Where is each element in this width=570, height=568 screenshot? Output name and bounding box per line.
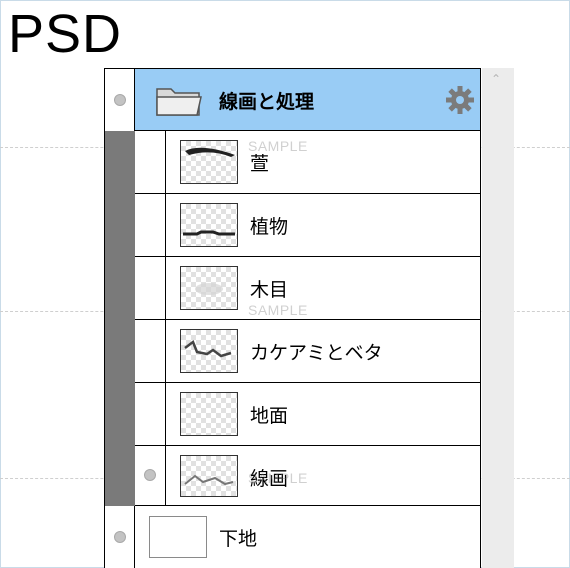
- visibility-toggle[interactable]: [114, 94, 126, 106]
- layer-thumbnail: [180, 392, 238, 436]
- layer-row[interactable]: 地面: [135, 383, 480, 446]
- layer-thumbnail: [180, 455, 238, 497]
- visibility-column[interactable]: [135, 131, 166, 193]
- visibility-column[interactable]: [135, 194, 166, 256]
- folder-icon: [156, 88, 202, 116]
- layer-label: 木目: [250, 279, 289, 301]
- base-layer-row[interactable]: 下地: [105, 506, 480, 568]
- watermark: SAMPLE: [248, 302, 308, 318]
- visibility-column[interactable]: [135, 383, 166, 445]
- layer-thumbnail: [180, 266, 238, 310]
- gear-icon[interactable]: [445, 85, 475, 115]
- layer-thumbnail: [180, 329, 238, 373]
- group-indent-bar: [105, 131, 135, 506]
- layer-label: 植物: [250, 216, 289, 238]
- visibility-column[interactable]: [135, 320, 166, 382]
- layer-thumbnail: [180, 203, 238, 247]
- visibility-column[interactable]: [135, 257, 166, 319]
- panel-border: [480, 68, 481, 568]
- visibility-column[interactable]: [135, 446, 166, 505]
- visibility-toggle[interactable]: [144, 469, 156, 481]
- visibility-toggle[interactable]: [114, 531, 126, 543]
- layer-label: カケアミとベタ: [250, 342, 383, 364]
- watermark: SAMPLE: [248, 470, 308, 486]
- layer-group-row[interactable]: 線画と処理: [105, 68, 480, 131]
- panel-border: [104, 68, 105, 568]
- visibility-column: [105, 506, 135, 568]
- layer-thumbnail: [180, 140, 238, 184]
- layer-row[interactable]: 植物: [135, 194, 480, 257]
- layer-group-label: 線画と処理: [219, 91, 315, 113]
- layer-row[interactable]: カケアミとベタ: [135, 320, 480, 383]
- scrollbar[interactable]: [482, 68, 514, 568]
- layer-label: 地面: [250, 405, 289, 427]
- layer-label: 下地: [219, 528, 258, 550]
- layer-thumbnail: [149, 516, 207, 558]
- scroll-up-icon[interactable]: ⌃: [488, 72, 504, 86]
- watermark: SAMPLE: [248, 138, 308, 154]
- page-title: PSD: [8, 4, 123, 64]
- visibility-column: [105, 69, 135, 131]
